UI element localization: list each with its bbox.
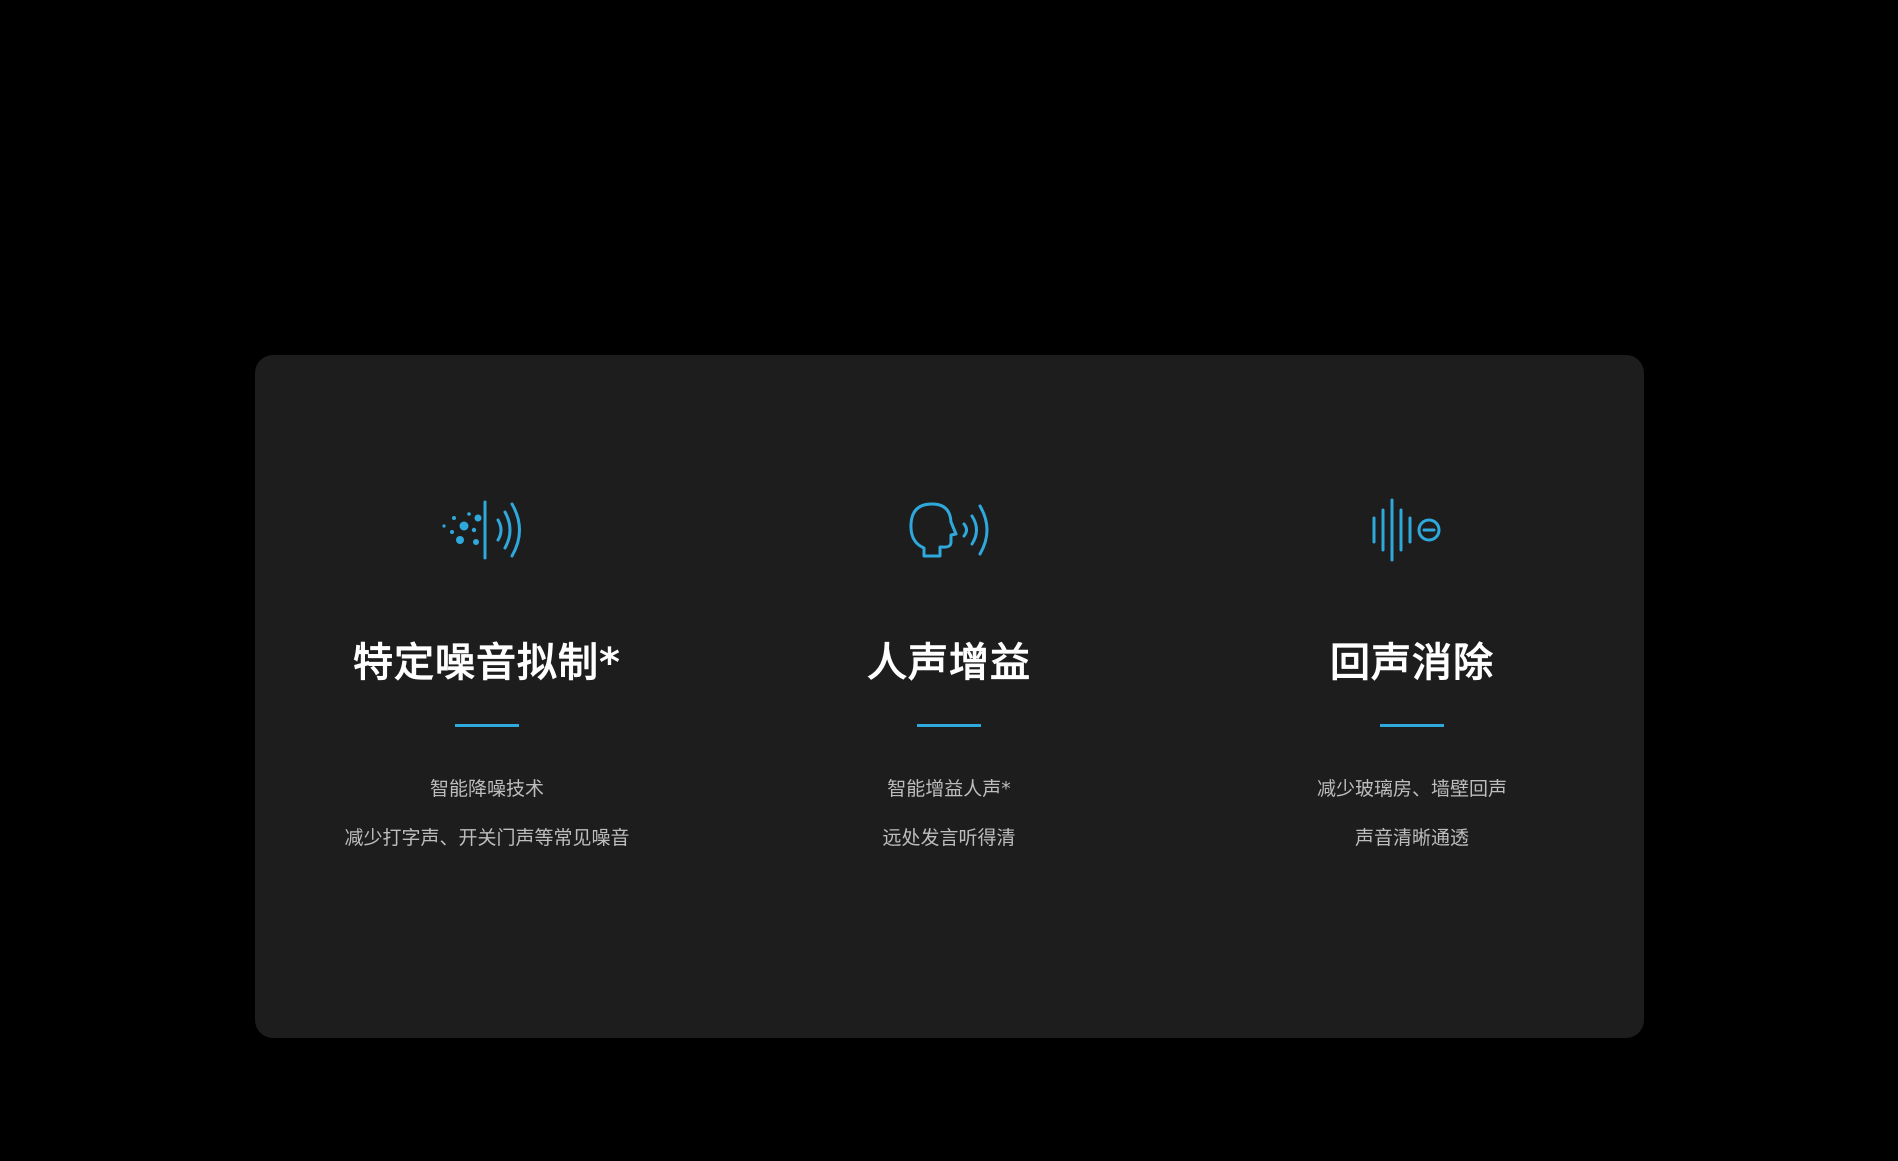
feature-title: 人声增益 bbox=[867, 640, 1031, 686]
feature-description-line: 声音清晰通透 bbox=[1354, 827, 1469, 849]
feature-description-line: 减少打字声、开关门声等常见噪音 bbox=[344, 827, 630, 849]
feature-description-line: 减少玻璃房、墙壁回声 bbox=[1316, 778, 1507, 800]
feature-title: 回声消除 bbox=[1330, 640, 1494, 686]
title-divider bbox=[917, 724, 981, 727]
feature-description-line: 智能增益人声* bbox=[887, 778, 1011, 800]
feature-title: 特定噪音拟制* bbox=[353, 640, 621, 686]
noise-suppression-icon bbox=[432, 490, 542, 570]
feature-noise-suppression: 特定噪音拟制* 智能降噪技术 减少打字声、开关门声等常见噪音 bbox=[255, 355, 719, 1038]
feature-voice-enhancement: 人声增益 智能增益人声* 远处发言听得清 bbox=[717, 355, 1181, 1038]
feature-description-line: 远处发言听得清 bbox=[882, 827, 1016, 849]
voice-enhancement-icon bbox=[894, 490, 1004, 570]
features-card: 特定噪音拟制* 智能降噪技术 减少打字声、开关门声等常见噪音 人声增益 智能增益… bbox=[255, 355, 1644, 1038]
echo-cancellation-icon bbox=[1357, 490, 1467, 570]
title-divider bbox=[455, 724, 519, 727]
title-divider bbox=[1380, 724, 1444, 727]
feature-description-line: 智能降噪技术 bbox=[429, 778, 544, 800]
feature-echo-cancellation: 回声消除 减少玻璃房、墙壁回声 声音清晰通透 bbox=[1180, 355, 1644, 1038]
